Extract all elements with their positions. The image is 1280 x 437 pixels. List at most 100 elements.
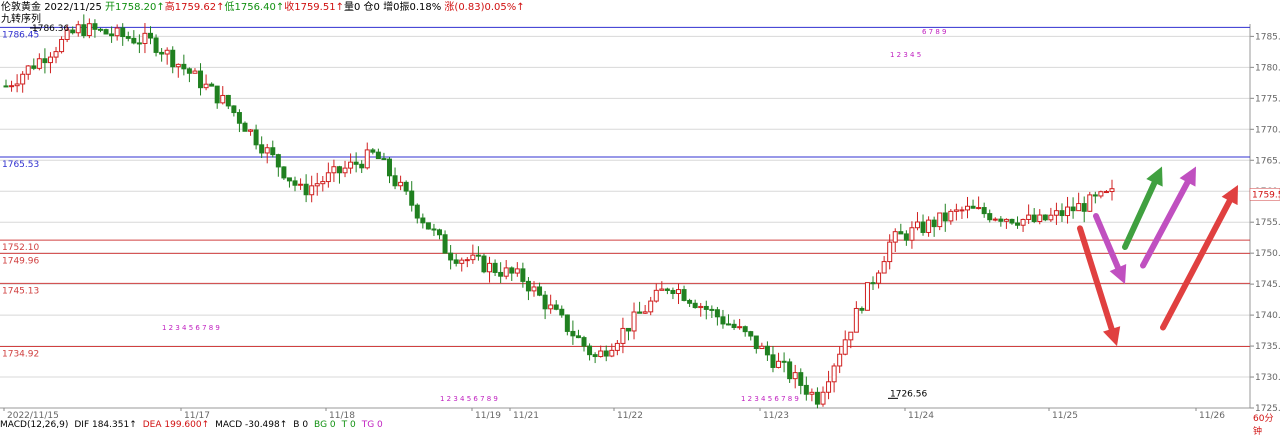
candle-body xyxy=(809,391,815,395)
arrow-shaft xyxy=(1122,179,1158,250)
candle-body xyxy=(792,372,798,380)
candle-body xyxy=(192,70,198,74)
candle-body xyxy=(464,259,470,262)
y-tick-label: 1730.00 xyxy=(1255,373,1280,383)
candle-body xyxy=(331,166,337,174)
candle-body xyxy=(392,175,398,187)
candle-body xyxy=(448,252,454,261)
candle-body xyxy=(937,212,943,228)
candle-body xyxy=(264,147,270,154)
candle-body xyxy=(881,261,887,274)
candle-body xyxy=(559,308,565,316)
candle-body xyxy=(81,24,87,37)
candle-body xyxy=(370,149,376,153)
candle-body xyxy=(342,167,348,174)
candle-body xyxy=(709,308,715,311)
candle-body xyxy=(414,204,420,219)
candle-body xyxy=(520,268,526,282)
candle-body xyxy=(525,280,531,292)
candle-body xyxy=(1081,203,1087,212)
candle-body xyxy=(770,354,776,368)
candle-body xyxy=(998,218,1004,222)
candle-body xyxy=(125,36,131,39)
candle-body xyxy=(892,231,898,243)
sequence-label: 1 2 3 4 5 xyxy=(890,51,921,59)
y-tick-label: 1735.00 xyxy=(1255,342,1280,352)
candle-body xyxy=(375,151,381,160)
candle-body xyxy=(931,219,937,228)
candle-body xyxy=(31,65,37,69)
candle-body xyxy=(281,166,287,179)
candle-body xyxy=(253,129,259,146)
level-label: 1734.92 xyxy=(2,350,39,360)
candle-body xyxy=(920,221,926,233)
candle-body xyxy=(97,28,103,31)
candle-body xyxy=(670,289,676,295)
candle-body xyxy=(1020,218,1026,226)
candle-body xyxy=(837,353,843,367)
candle-body xyxy=(631,311,637,332)
candle-body xyxy=(1087,194,1093,212)
candle-body xyxy=(1037,214,1043,222)
price-annotation: 1726.56 xyxy=(890,389,927,399)
candle-body xyxy=(1070,206,1076,212)
y-tick-label: 1770.00 xyxy=(1255,125,1280,135)
candle-body xyxy=(20,73,26,85)
candle-body xyxy=(209,83,215,87)
candle-body xyxy=(564,314,570,332)
candle-body xyxy=(292,180,298,186)
candle-body xyxy=(353,161,359,165)
level-label: 1765.53 xyxy=(2,160,39,170)
timeframe-label[interactable]: 60分钟 xyxy=(1253,411,1280,437)
candle-body xyxy=(1059,210,1065,217)
candle-body xyxy=(859,307,865,311)
candle-body xyxy=(92,23,98,30)
candle-body xyxy=(309,185,315,196)
candle-body xyxy=(664,288,670,291)
bg-value: BG 0 xyxy=(314,420,336,430)
candle-body xyxy=(587,345,593,356)
candle-body xyxy=(787,361,793,380)
candle-body xyxy=(325,172,331,183)
candle-body xyxy=(270,147,276,156)
candle-body xyxy=(592,354,598,358)
candle-body xyxy=(864,282,870,311)
candle-body xyxy=(1053,210,1059,216)
candle-body xyxy=(753,335,759,350)
candle-body xyxy=(598,350,604,358)
candle-body xyxy=(876,272,882,284)
candle-body xyxy=(959,209,965,212)
candle-body xyxy=(286,177,292,182)
candle-body xyxy=(53,51,59,58)
candle-body xyxy=(909,227,915,241)
candle-body xyxy=(409,190,415,206)
candle-body xyxy=(759,345,765,350)
candle-body xyxy=(75,24,81,34)
candle-body xyxy=(570,330,576,337)
candle-body xyxy=(336,166,342,174)
candle-body xyxy=(742,326,748,333)
candlestick-chart[interactable]: 1785.001780.001775.001770.001765.001760.… xyxy=(0,0,1280,430)
candle-body xyxy=(953,209,959,212)
candle-body xyxy=(298,183,304,186)
candle-body xyxy=(1109,188,1115,193)
candle-body xyxy=(475,254,481,257)
candle-body xyxy=(181,63,187,70)
candle-body xyxy=(214,85,220,104)
y-tick-label: 1755.00 xyxy=(1255,218,1280,228)
candle-body xyxy=(798,372,804,386)
candle-body xyxy=(548,304,554,310)
candle-body xyxy=(320,181,326,185)
candle-body xyxy=(553,304,559,310)
candle-body xyxy=(764,345,770,356)
candle-body xyxy=(403,181,409,192)
candle-body xyxy=(926,219,932,233)
candle-body xyxy=(870,282,876,285)
candle-body xyxy=(803,384,809,395)
candle-body xyxy=(509,267,515,274)
candle-body xyxy=(898,231,904,235)
candle-body xyxy=(1009,218,1015,224)
candle-body xyxy=(642,311,648,314)
candle-body xyxy=(1048,214,1054,221)
candle-body xyxy=(437,229,443,236)
